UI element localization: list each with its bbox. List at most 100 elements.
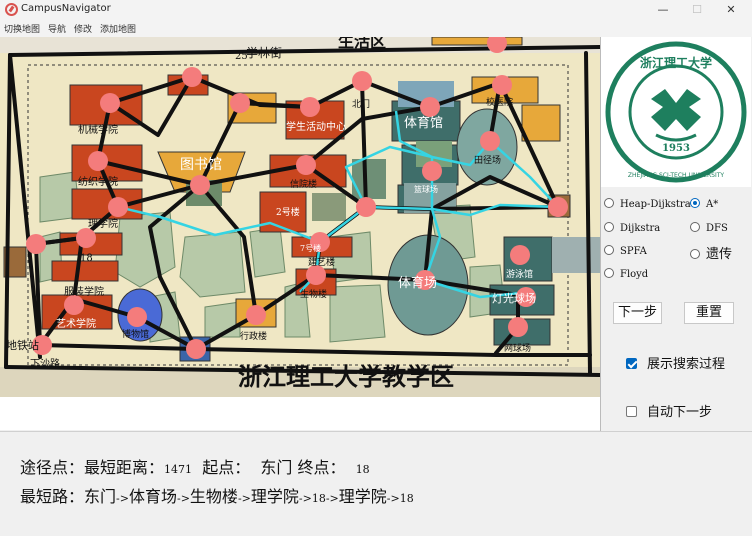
title-bar: CampusNavigator — ☐ ✕ [0,0,752,20]
label-museum: 博物馆 [122,328,149,340]
svg-text:1953: 1953 [662,143,690,154]
node-top [182,67,202,87]
end-label: 终点： [297,458,346,477]
svg-text:浙江理工大学: 浙江理工大学 [640,55,712,70]
radio-dot[interactable] [690,198,700,208]
node-mechanical [100,93,120,113]
radio-floyd[interactable]: Floyd [604,268,648,280]
radio-label: A* [706,199,719,210]
label-lights: 灯光球场 [492,291,536,305]
path-arrow: -> [176,492,190,505]
node-swimming [510,245,530,265]
radio-label: DFS [706,223,728,234]
radio-dot[interactable] [604,198,614,208]
building-north [431,37,523,46]
radio-dot[interactable] [690,222,700,232]
radio-dijkstra[interactable]: Dijkstra [604,222,660,234]
label-tennis: 网球场 [504,342,531,354]
node-stadium [420,97,440,117]
close-button[interactable]: ✕ [708,0,752,20]
label-basketball: 篮球场 [414,184,438,194]
label-xiasha: 下沙路 [30,357,60,370]
radio-dot[interactable] [604,222,614,232]
node-textile [88,151,108,171]
path-arrow: -> [325,492,339,505]
path-label: 最短路： [20,487,85,506]
label-student-center: 学生活动中心 [286,120,346,133]
node-tianjing [480,131,500,151]
via-label: 途径点： [20,458,85,477]
node-bio [306,265,326,285]
label-textile: 纺织学院 [78,175,118,188]
node-north-gate [352,71,372,91]
path-arrow: -> [116,492,129,505]
label-garment: 服装学院 [64,285,104,298]
radio-label: Floyd [620,269,649,280]
menu-navigate[interactable]: 导航 [48,22,66,35]
radio-heap-dijkstra[interactable]: Heap-Dijkstra [604,198,691,210]
svg-text:ZHEJIANG SCI-TECH UNIVERSITY: ZHEJIANG SCI-TECH UNIVERSITY [628,172,725,179]
node-18 [76,228,96,248]
app-window: CampusNavigator — ☐ ✕ 切换地图 导航 修改 添加地图 生活… [0,0,752,536]
start-value: 东门 [260,458,293,477]
shortest-label: 最短距离： [84,458,165,477]
radio-spfa[interactable]: SPFA [604,245,647,257]
label-north-area: 生活区 [338,37,386,51]
menu-add-map[interactable]: 添加地图 [100,22,136,35]
node-hospital [492,75,512,95]
node-library [190,175,210,195]
reset-button[interactable]: 重置 [684,302,734,324]
node-science [108,197,128,217]
node-south-gate [186,339,206,359]
map-title: 浙江理工大学教学区 [238,362,454,391]
map-canvas[interactable]: 生活区 学林街 北门 学生活动中心 体育馆 校医院 田径场 篮球场 图书馆 信院… [0,37,601,397]
node-25 [230,93,250,113]
show-search-checkbox[interactable]: 展示搜索过程 [626,353,725,372]
path-arrow: -> [237,492,251,505]
end-value: 18 [355,463,370,476]
label-info: 信院楼 [290,178,317,190]
menu-bar: 切换地图 导航 修改 添加地图 [0,20,752,37]
summary-line: 途径点：最短距离：1471 起点： 东门 终点： 18 [20,454,370,478]
path-node: 18 [399,492,414,505]
radio-dot[interactable] [604,245,614,255]
node-east-gate [548,197,568,217]
path-arrow: -> [386,492,400,505]
result-panel: 途径点：最短距离：1471 起点： 东门 终点： 18 最短路：东门->体育场-… [0,431,752,536]
node-basketball [422,161,442,181]
node-admin [246,305,266,325]
label-bio: 生物楼 [300,288,327,300]
auto-next-checkbox[interactable]: 自动下一步 [626,401,712,420]
label-swimming: 游泳馆 [506,268,533,280]
app-compass-icon [5,3,18,16]
radio-label: Heap-Dijkstra [620,199,691,210]
node-info [296,155,316,175]
building-garment [51,260,119,282]
radio-dot[interactable] [604,268,614,278]
label-bldg2: 2号楼 [276,206,300,218]
next-step-button[interactable]: 下一步 [613,302,662,324]
logo-emblem: 1953 浙江理工大学 ZHEJIANG SCI-TECH UNIVERSITY [605,41,747,183]
node-west [26,234,46,254]
campus-map[interactable]: 生活区 学林街 北门 学生活动中心 体育馆 校医院 田径场 篮球场 图书馆 信院… [0,37,601,397]
radio-dot[interactable] [690,249,700,259]
path-node: 理学院 [338,487,387,506]
menu-modify[interactable]: 修改 [74,22,92,35]
path-node: 理学院 [250,487,299,506]
radio-genetic[interactable]: 遗传 [690,243,732,262]
label-gym: 体育场 [398,275,437,291]
label-bldg7: 7号楼 [300,243,321,253]
label-north-gate: 北门 [352,98,370,110]
menu-switch-map[interactable]: 切换地图 [4,22,40,35]
checkbox-label: 自动下一步 [647,405,713,420]
label-library: 图书馆 [180,157,222,173]
radio-astar[interactable]: A* [690,198,718,210]
radio-dfs[interactable]: DFS [690,222,728,234]
checkbox-box[interactable] [626,406,637,417]
path-line: 最短路：东门->体育场->生物楼->理学院->18->理学院->18 [20,483,414,507]
label-bus-stop: 地铁站 [6,338,39,352]
label-tianjing: 田径场 [474,154,501,166]
label-18: 18 [80,253,93,264]
checkbox-box[interactable] [626,358,637,369]
path-node: 18 [311,492,326,505]
